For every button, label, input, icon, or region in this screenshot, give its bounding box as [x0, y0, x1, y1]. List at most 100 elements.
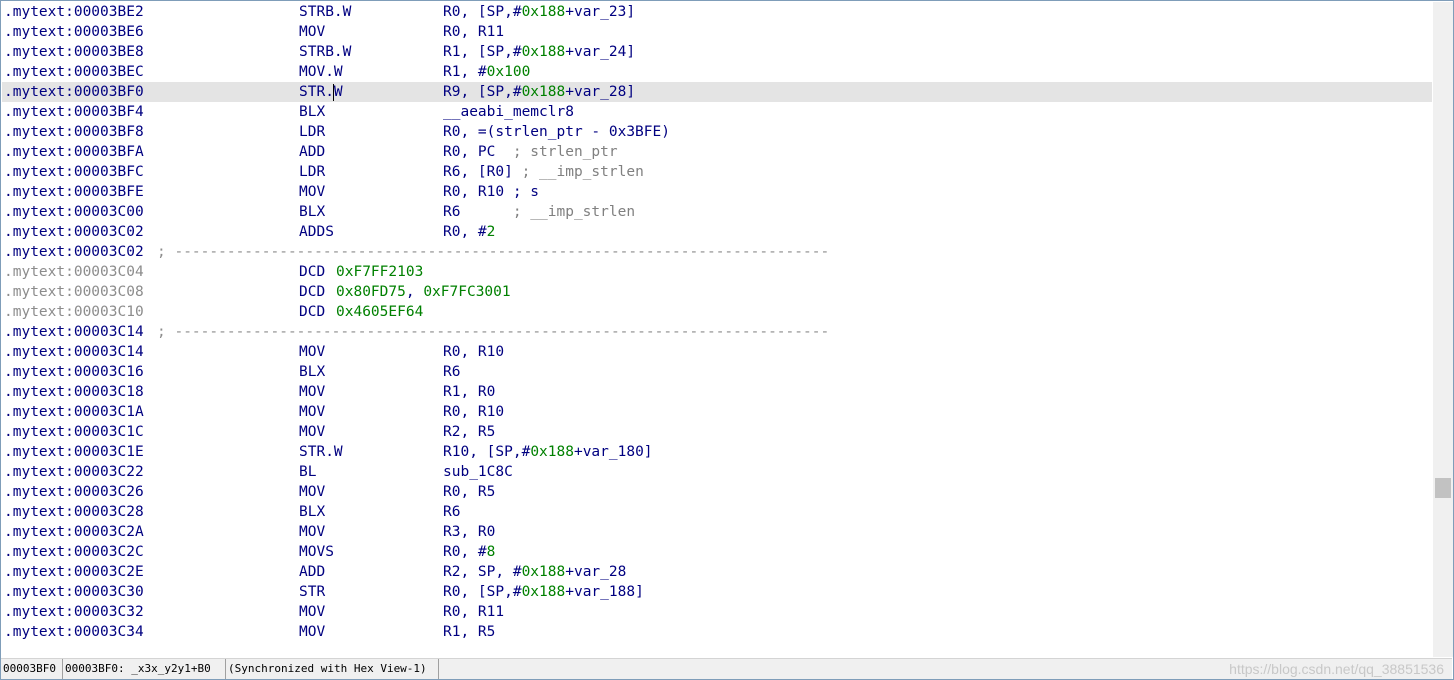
instruction-mnemonic: LDR [299, 164, 326, 180]
line-address: .mytext:00003C1A [4, 404, 144, 420]
listing-line[interactable]: .mytext:00003C1E STR.W R10, [SP,#0x188+var… [2, 442, 1432, 462]
instruction-mnemonic: MOVS [299, 544, 334, 560]
listing-line[interactable]: .mytext:00003C10 DCD 0x4605EF64 [2, 302, 1432, 322]
listing-line[interactable]: .mytext:00003BE2 STRB.W R0, [SP,#0x188+var… [2, 2, 1432, 22]
operand-text: R2, R5 [443, 424, 496, 440]
operand-text: R6 [443, 364, 461, 380]
operand-text: R0, =(strlen_ptr - 0x3BFE) [443, 124, 670, 140]
operand-text: R0, R10 [443, 344, 505, 360]
listing-line[interactable]: .mytext:00003C16 BLX R6 [2, 362, 1432, 382]
watermark: https://blog.csdn.net/qq_38851536 [1229, 661, 1444, 677]
instruction-mnemonic: STRB.W [299, 44, 352, 60]
instruction-operands: R10, [SP,#0x188+var_180] [443, 442, 653, 462]
listing-line[interactable]: .mytext:00003C02 ADDS R0, #2 [2, 222, 1432, 242]
status-sync: (Synchronized with Hex View-1) [226, 659, 439, 679]
instruction-operands: R0, R11 [443, 22, 504, 42]
instruction-operands: R9, [SP,#0x188+var_28] [443, 82, 635, 102]
line-address: .mytext:00003BFE [4, 184, 144, 200]
listing-line[interactable]: .mytext:00003C1A MOV R0, R10 [2, 402, 1432, 422]
line-address: .mytext:00003C00 [4, 204, 144, 220]
listing-line[interactable]: .mytext:00003C14 ; ----------------------… [2, 322, 1432, 342]
operand-text: R0, R11 [443, 604, 505, 620]
listing-line[interactable]: .mytext:00003C28 BLX R6 [2, 502, 1432, 522]
listing-line[interactable]: .mytext:00003BFE MOV R0, R10 ; s [2, 182, 1432, 202]
instruction-operands: R0, PC ; strlen_ptr [443, 142, 618, 162]
instruction-mnemonic: DCD [299, 264, 326, 280]
listing-line[interactable]: .mytext:00003BFA ADD R0, PC ; strlen_ptr [2, 142, 1432, 162]
listing-line[interactable]: .mytext:00003BEC MOV.W R1, #0x100 [2, 62, 1432, 82]
instruction-mnemonic: MOV [299, 24, 326, 40]
operand-comment: ; strlen_ptr [512, 144, 618, 160]
listing-line[interactable]: .mytext:00003C32 MOV R0, R11 [2, 602, 1432, 622]
line-address: .mytext:00003C14 [4, 344, 144, 360]
listing-line[interactable]: .mytext:00003C22 BL sub_1C8C [2, 462, 1432, 482]
operand-text: R6, [R0] [443, 164, 522, 180]
text-cursor [332, 83, 334, 101]
line-address: .mytext:00003C28 [4, 504, 144, 520]
line-address: .mytext:00003C22 [4, 464, 144, 480]
listing-line[interactable]: .mytext:00003BFC LDR R6, [R0] ; __imp_strl… [2, 162, 1432, 182]
instruction-operands: R0, #2 [443, 222, 495, 242]
listing-line[interactable]: .mytext:00003C00 BLX R6 ; __imp_strlen [2, 202, 1432, 222]
listing-line[interactable]: .mytext:00003C08 DCD 0x80FD75, 0xF7FC3001 [2, 282, 1432, 302]
listing-line[interactable]: .mytext:00003C1C MOV R2, R5 [2, 422, 1432, 442]
separator-comment: ; --------------------------------------… [157, 244, 830, 260]
operand-text: R1, # [443, 64, 487, 80]
operand-text: R10, [SP,# [443, 444, 531, 460]
line-address: .mytext:00003BEC [4, 64, 144, 80]
instruction-operands: R0, R10 [443, 342, 504, 362]
instruction-operands: R0, R11 [443, 602, 504, 622]
listing-line[interactable]: .mytext:00003C18 MOV R1, R0 [2, 382, 1432, 402]
listing-line[interactable]: .mytext:00003BF8 LDR R0, =(strlen_ptr - 0x… [2, 122, 1432, 142]
line-address: .mytext:00003C02 [4, 224, 144, 240]
instruction-operands: R0, =(strlen_ptr - 0x3BFE) [443, 122, 670, 142]
line-address: .mytext:00003BF0 [4, 84, 144, 100]
operand-text: +var_28 [565, 564, 627, 580]
instruction-mnemonic: STRB.W [299, 4, 352, 20]
listing-line[interactable]: .mytext:00003C2C MOVS R0, #8 [2, 542, 1432, 562]
disassembly-listing[interactable]: .mytext:00003BE2 STRB.W R0, [SP,#0x188+var… [2, 2, 1432, 657]
instruction-mnemonic: ADD [299, 564, 326, 580]
instruction-operands: R2, R5 [443, 422, 495, 442]
listing-line[interactable]: .mytext:00003C26 MOV R0, R5 [2, 482, 1432, 502]
instruction-operands: R2, SP, #0x188+var_28 [443, 562, 626, 582]
vertical-scrollbar[interactable] [1433, 2, 1453, 657]
operand-number: 0x188 [521, 564, 566, 580]
operand-text: R0, [SP,# [443, 4, 522, 20]
listing-line[interactable]: .mytext:00003C04 DCD 0xF7FF2103 [2, 262, 1432, 282]
line-address: .mytext:00003C04 [4, 264, 144, 280]
listing-line[interactable]: .mytext:00003C2E ADD R2, SP, #0x188+var_28 [2, 562, 1432, 582]
instruction-operands: R0, [SP,#0x188+var_188] [443, 582, 644, 602]
listing-line[interactable]: .mytext:00003BE8 STRB.W R1, [SP,#0x188+var… [2, 42, 1432, 62]
operand-text: +var_24] [565, 44, 636, 60]
instruction-mnemonic: BLX [299, 204, 326, 220]
operand-number: 2 [486, 224, 496, 240]
line-address: .mytext:00003C02 [4, 244, 144, 260]
listing-line[interactable]: .mytext:00003C2A MOV R3, R0 [2, 522, 1432, 542]
listing-line[interactable]: .mytext:00003C02 ; ----------------------… [2, 242, 1432, 262]
scrollbar-thumb[interactable] [1435, 478, 1451, 498]
operand-text: R0, R10 ; s [443, 184, 540, 200]
instruction-mnemonic: MOV [299, 384, 326, 400]
operand-text: R1, [SP,# [443, 44, 522, 60]
operand-comment: ; __imp_strlen [521, 164, 644, 180]
instruction-operands: R6 ; __imp_strlen [443, 202, 635, 222]
operand-number: 0x100 [486, 64, 531, 80]
listing-line[interactable]: .mytext:00003BF0 STR.W R9, [SP,#0x188+var_… [2, 82, 1432, 102]
instruction-mnemonic: MOV [299, 184, 326, 200]
listing-line[interactable]: .mytext:00003C30 STR R0, [SP,#0x188+var_18… [2, 582, 1432, 602]
operand-text: R6 [443, 204, 513, 220]
line-address: .mytext:00003C10 [4, 304, 144, 320]
instruction-mnemonic: ADD [299, 144, 326, 160]
listing-line[interactable]: .mytext:00003BF4 BLX __aeabi_memclr8 [2, 102, 1432, 122]
listing-line[interactable]: .mytext:00003C14 MOV R0, R10 [2, 342, 1432, 362]
operand-text: R0, R11 [443, 24, 505, 40]
listing-line[interactable]: .mytext:00003C34 MOV R1, R5 [2, 622, 1432, 642]
operand-text: R0, # [443, 544, 487, 560]
instruction-operands: R6 [443, 362, 460, 382]
line-address: .mytext:00003C30 [4, 584, 144, 600]
operand-number: 0x4605EF64 [336, 304, 424, 320]
listing-line[interactable]: .mytext:00003BE6 MOV R0, R11 [2, 22, 1432, 42]
instruction-operands: R1, #0x100 [443, 62, 530, 82]
line-address: .mytext:00003C08 [4, 284, 144, 300]
